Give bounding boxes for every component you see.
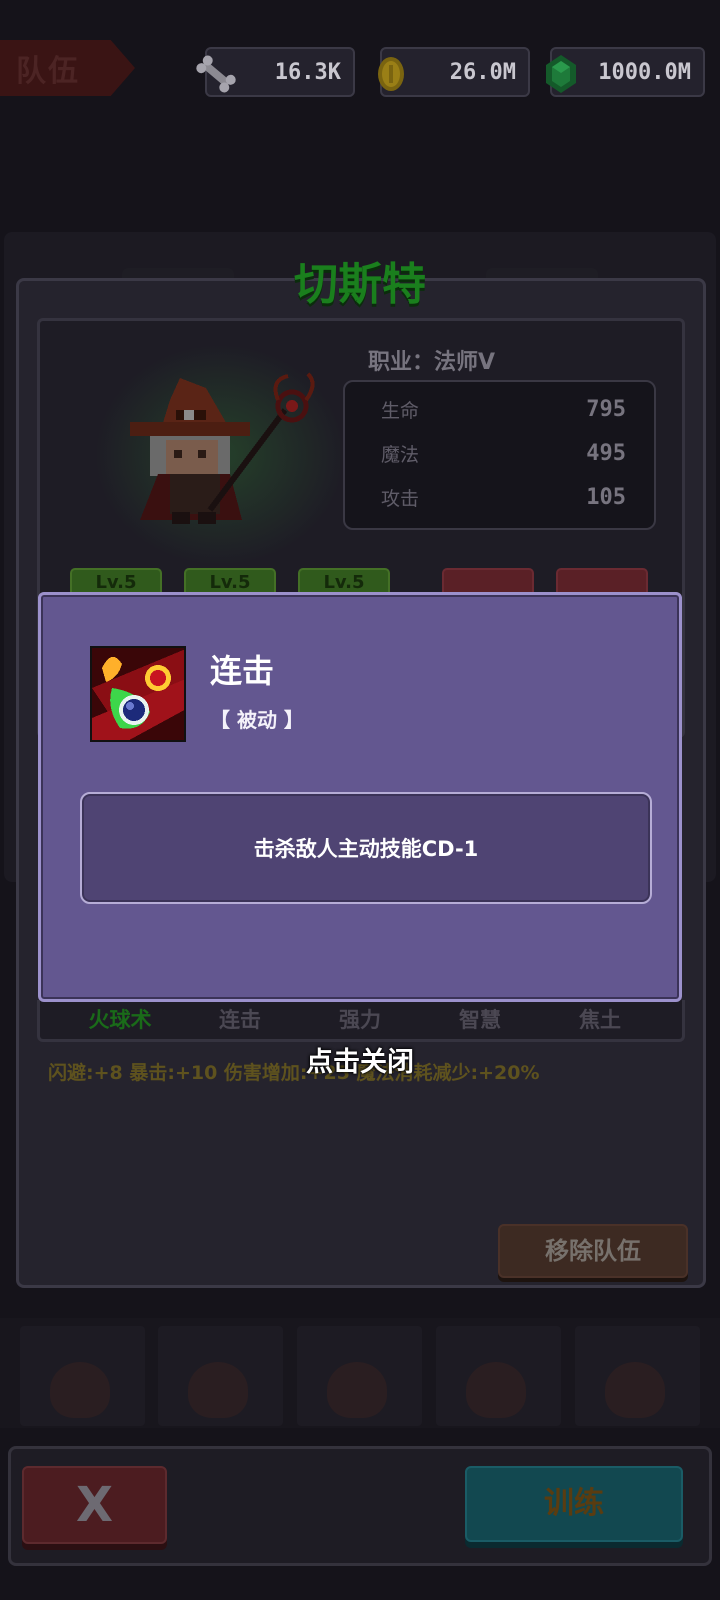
stat-value: 795: [586, 397, 626, 422]
tap-to-close-hint[interactable]: 点击关闭: [0, 1040, 720, 1079]
stat-row-hp: 生命 795: [381, 396, 626, 423]
stat-label: 攻击: [381, 488, 420, 510]
stat-value: 495: [586, 441, 626, 466]
bone-value: 16.3K: [274, 59, 341, 85]
stat-row-attack: 攻击 105: [381, 484, 626, 511]
tab-skill-wisdom[interactable]: 智慧: [430, 1004, 530, 1034]
stat-row-mp: 魔法 495: [381, 440, 626, 467]
stat-label: 魔法: [381, 444, 420, 466]
popup-description-box: 击杀敌人主动技能CD-1: [80, 792, 652, 904]
popup-skill-type: 【 被动 】: [210, 708, 304, 732]
gold-resource: 26.0M: [378, 47, 530, 97]
gem-resource: 1000.0M: [546, 47, 705, 97]
hero-portrait-icon: [605, 1362, 665, 1418]
roster-slot[interactable]: [158, 1326, 283, 1426]
roster-slot[interactable]: [436, 1326, 561, 1426]
combo-skill-icon: [90, 646, 186, 742]
team-tab-label: 队伍: [16, 54, 80, 89]
tab-skill-scorched-earth[interactable]: 焦土: [550, 1004, 650, 1034]
team-tab[interactable]: 队伍: [0, 40, 135, 96]
stat-value: 105: [586, 485, 626, 510]
tab-skill-combo[interactable]: 连击: [190, 1004, 290, 1034]
train-button[interactable]: 训练: [465, 1466, 683, 1542]
hero-portrait-icon: [50, 1362, 110, 1418]
stat-label: 生命: [381, 400, 420, 422]
roster-slot[interactable]: [20, 1326, 145, 1426]
hero-portrait-icon: [327, 1362, 387, 1418]
remove-from-team-button[interactable]: 移除队伍: [498, 1224, 688, 1278]
roster-slot[interactable]: [297, 1326, 422, 1426]
green-gem-icon: [538, 51, 584, 97]
gem-value: 1000.0M: [598, 59, 691, 85]
stats-box: 生命 795 魔法 495 攻击 105: [343, 380, 656, 530]
tab-skill-power[interactable]: 强力: [310, 1004, 410, 1034]
roster-slot[interactable]: [575, 1326, 700, 1426]
hero-name: 切斯特: [294, 259, 426, 310]
close-button[interactable]: X: [22, 1466, 167, 1544]
gold-coin-icon: [368, 51, 414, 97]
bone-icon: [193, 51, 239, 97]
gold-value: 26.0M: [449, 59, 516, 85]
wizard-hero-icon: [110, 370, 330, 530]
hero-portrait-icon: [466, 1362, 526, 1418]
hero-portrait-icon: [188, 1362, 248, 1418]
hero-class: 职业：法师Ⅴ: [368, 350, 496, 375]
popup-description: 击杀敌人主动技能CD-1: [253, 837, 479, 861]
bone-resource: 16.3K: [196, 47, 355, 97]
tab-skill-fireball[interactable]: 火球术: [70, 1004, 170, 1034]
popup-skill-name: 连击: [210, 652, 275, 690]
